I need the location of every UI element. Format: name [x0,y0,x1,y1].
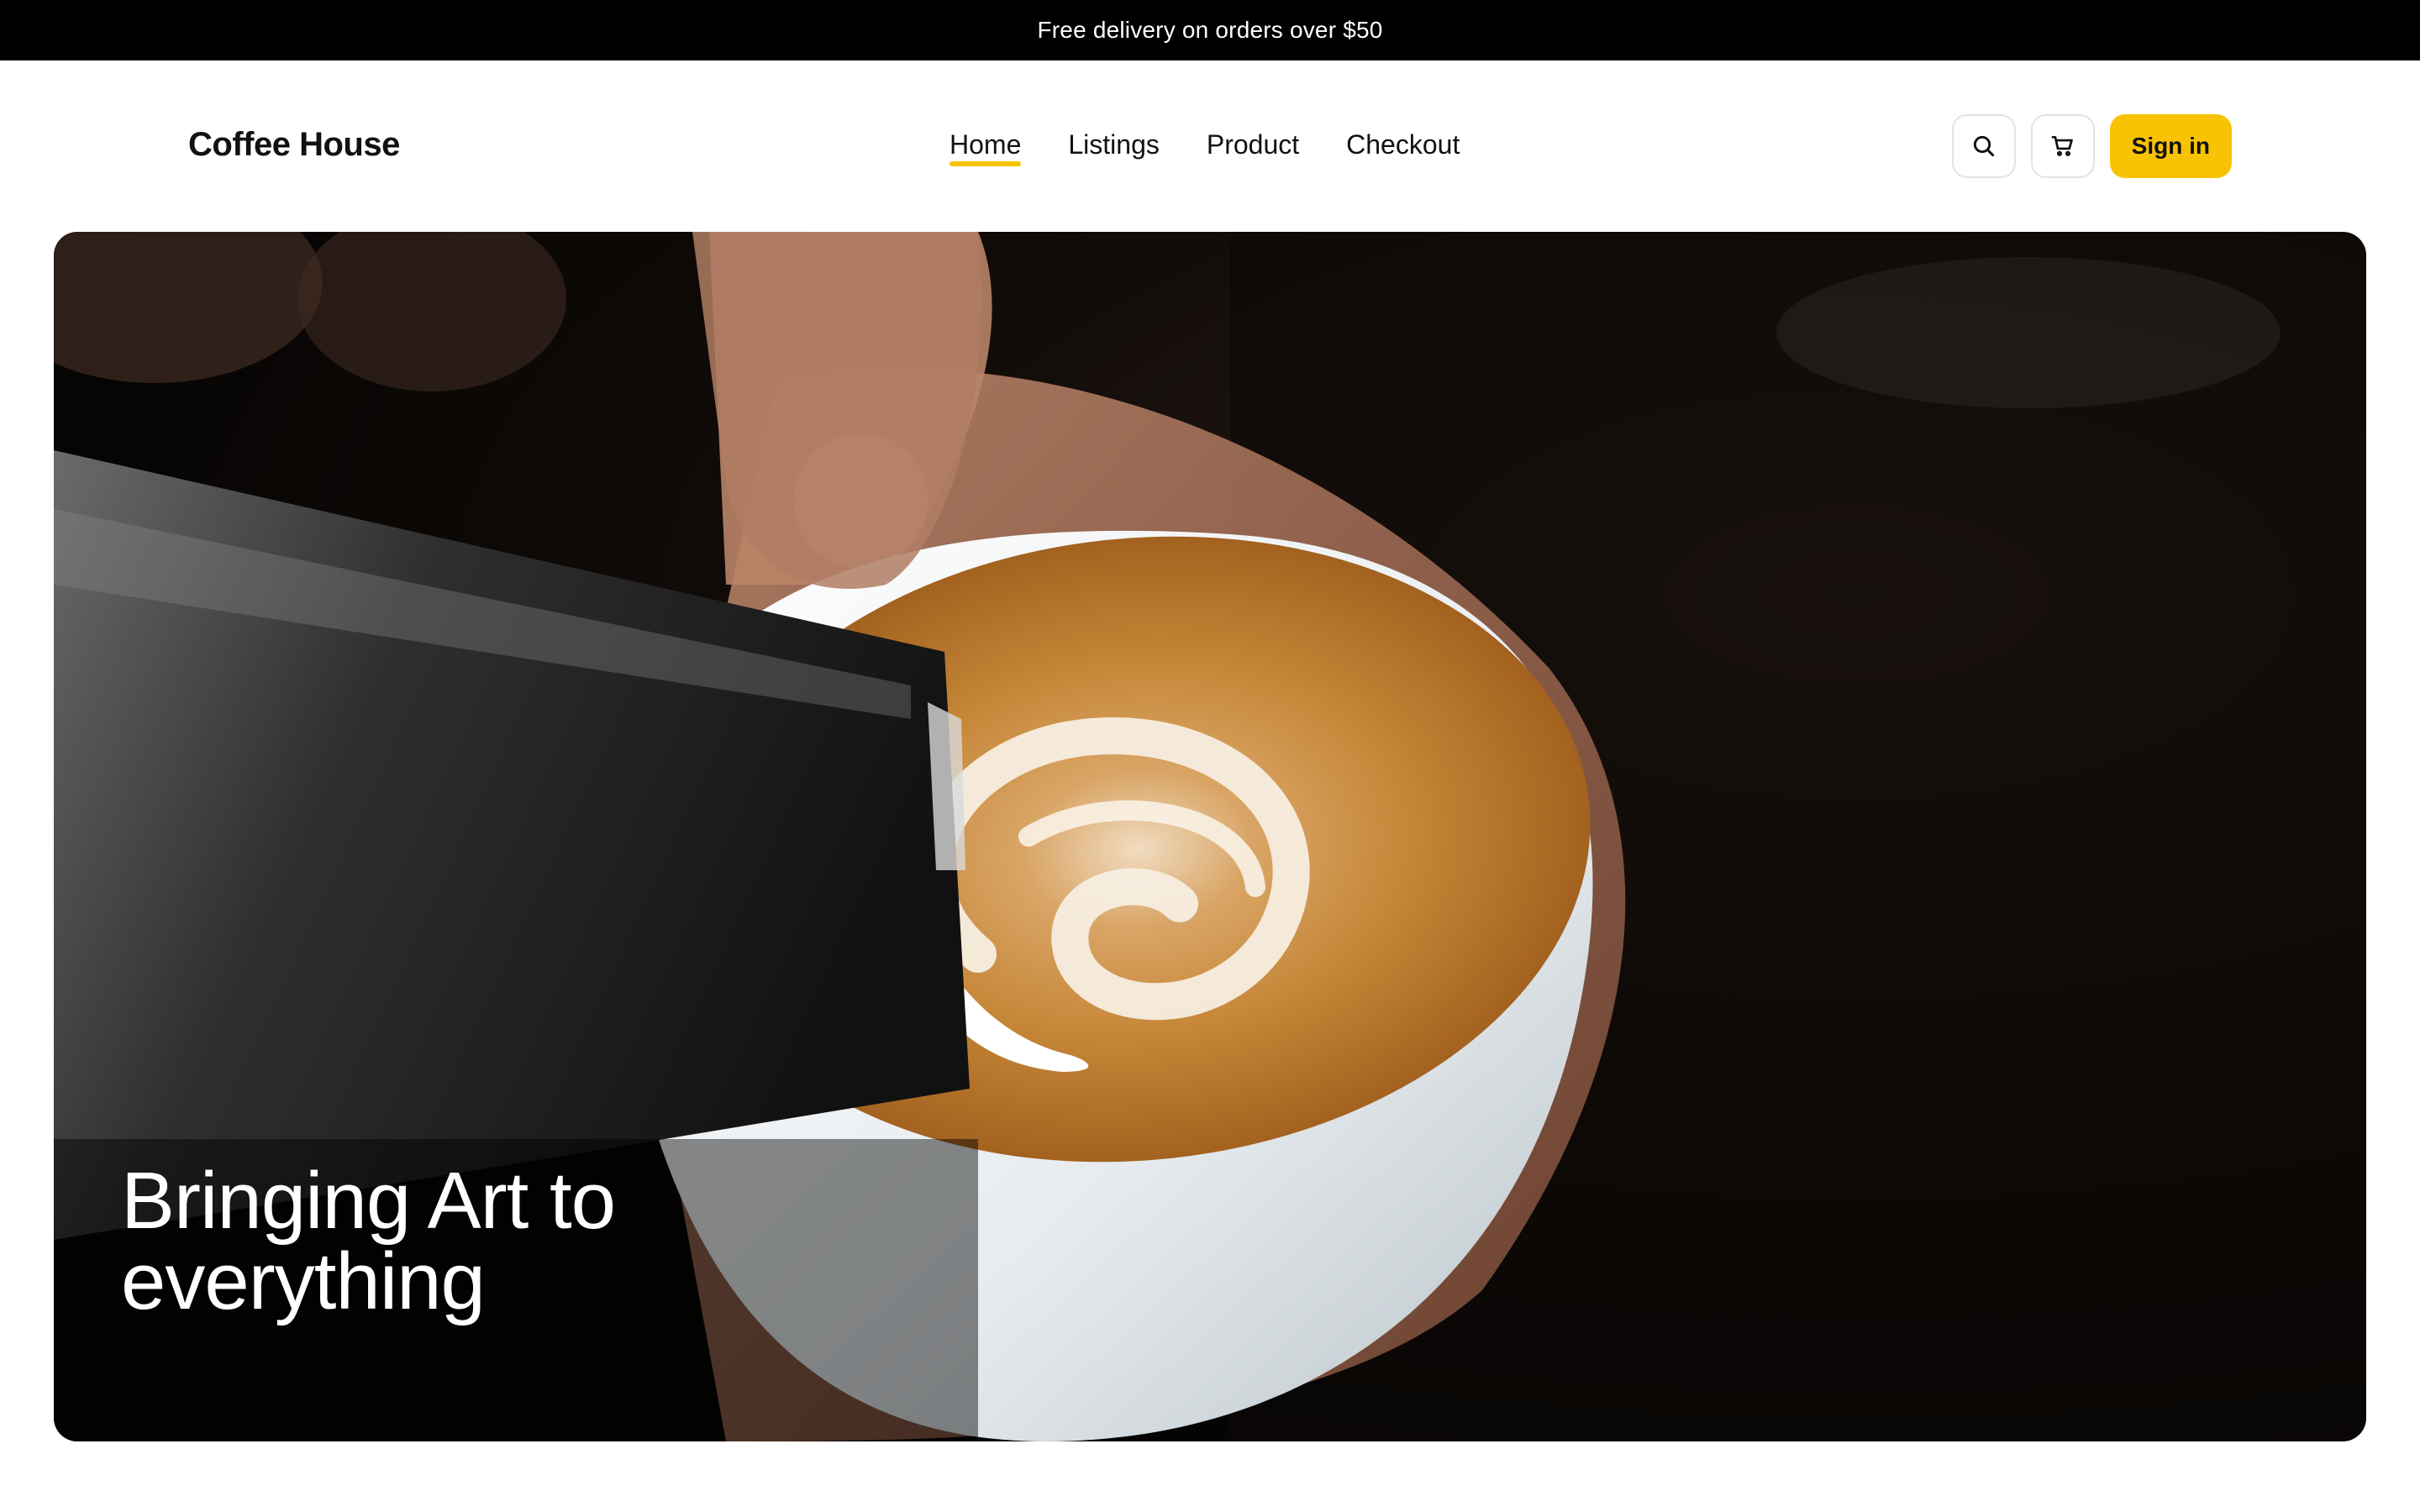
nav-item-checkout[interactable]: Checkout [1346,128,1460,161]
hero-banner: Bringing Art to everything [54,232,2366,1441]
search-icon [1973,135,1994,157]
nav-item-product[interactable]: Product [1207,128,1299,161]
brand-logo[interactable]: Coffee House [188,126,400,164]
site-header: Coffee House Home Listings Product Check… [0,60,2420,232]
nav-item-home[interactable]: Home [950,128,1022,166]
sign-in-button[interactable]: Sign in [2109,114,2232,178]
announcement-bar: Free delivery on orders over $50 [0,0,2420,60]
search-button[interactable] [1951,114,2016,178]
announcement-text: Free delivery on orders over $50 [1037,17,1383,43]
cart-button[interactable] [2030,114,2095,178]
cart-icon [2051,136,2073,156]
hero-title: Bringing Art to everything [121,1155,616,1326]
nav-item-listings[interactable]: Listings [1068,128,1160,161]
main-nav: Home Listings Product Checkout [950,128,1460,166]
header-actions: Sign in [1951,114,2232,178]
